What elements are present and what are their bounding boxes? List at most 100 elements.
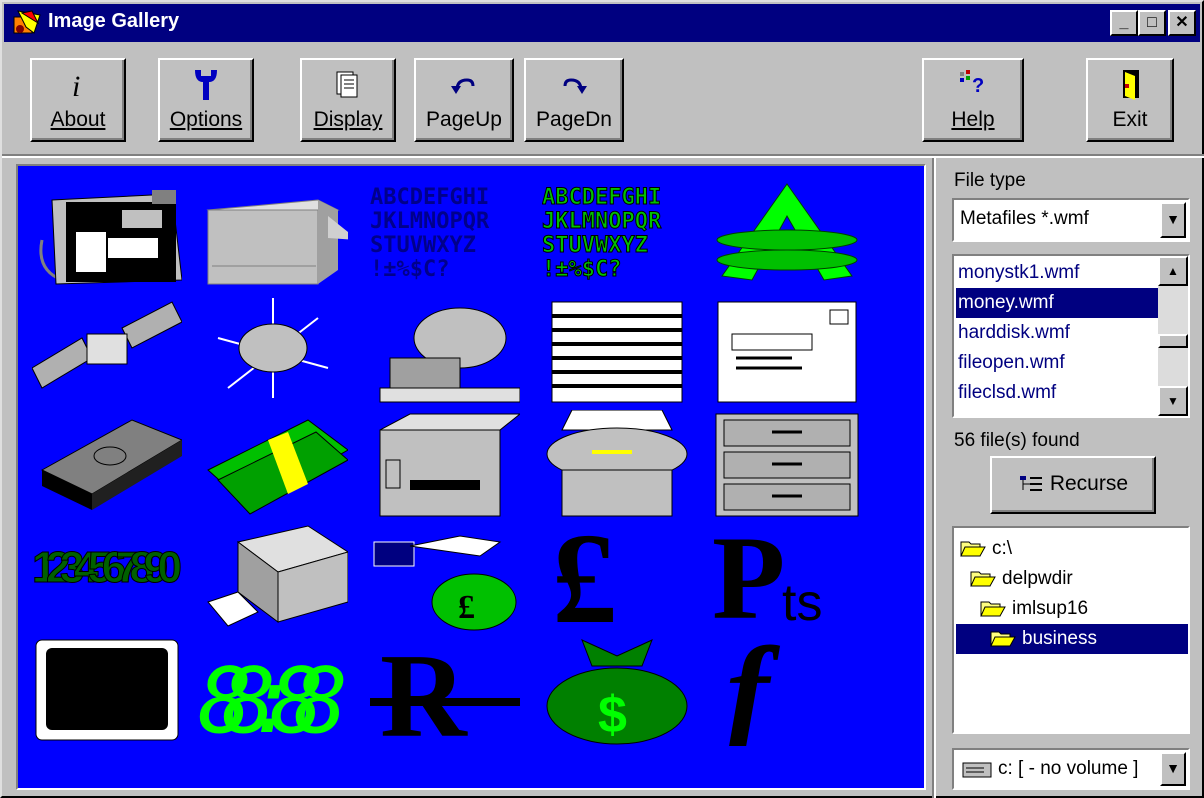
recurse-label: Recurse [1049, 472, 1129, 495]
right-panel: File type Metafiles *.wmf ▼ monystk1.wmf… [942, 164, 1198, 794]
exit-door-icon [1123, 70, 1139, 100]
thumb-file-cabinet[interactable] [712, 410, 862, 520]
minimize-button[interactable]: _ [1110, 10, 1138, 36]
title-bar[interactable]: Image Gallery _ □ ✕ [4, 4, 1200, 42]
drive-dropdown[interactable]: c: [ - no volume ] ▼ [952, 748, 1190, 790]
thumb-satellite-sphere[interactable] [198, 298, 348, 408]
about-button[interactable]: i About [30, 58, 126, 142]
svg-text:JKLMNOPQR: JKLMNOPQR [542, 209, 662, 234]
thumb-clock[interactable]: 88:88 [198, 636, 348, 746]
thumb-fax[interactable] [542, 410, 692, 520]
image-gallery[interactable]: ABCDEFGHI JKLMNOPQR STUVWXYZ !±%$C? ABCDEFG… [16, 164, 926, 790]
thumb-money-bag-pound[interactable]: £ [370, 522, 520, 632]
maximize-button[interactable]: □ [1138, 10, 1166, 36]
thumb-rupee[interactable]: R [370, 636, 520, 746]
dir-item[interactable]: delpwdir [970, 564, 1073, 594]
toolbar: i About Options Display PageUp PageDn ? … [4, 44, 1200, 152]
file-type-label: File type [954, 170, 1026, 191]
info-icon: i [72, 70, 80, 103]
thumb-pound[interactable]: £ [542, 522, 692, 632]
svg-text:$: $ [598, 686, 627, 744]
dir-item-selected[interactable]: business [956, 624, 1188, 654]
dir-label: c:\ [992, 538, 1013, 559]
help-icon: ? [960, 70, 984, 97]
pageup-button[interactable]: PageUp [414, 58, 514, 142]
list-item-selected[interactable]: money.wmf [956, 288, 1158, 318]
dir-label: delpwdir [1002, 568, 1073, 589]
pageup-label: PageUp [426, 108, 502, 131]
exit-button[interactable]: Exit [1086, 58, 1174, 142]
toolbar-separator [2, 154, 1204, 158]
display-button[interactable]: Display [300, 58, 396, 142]
thumb-envelope[interactable] [712, 298, 862, 408]
thumb-money-wad[interactable] [198, 410, 348, 520]
thumb-document[interactable] [542, 298, 692, 408]
thumb-monitor[interactable] [32, 636, 182, 746]
thumb-money-bag-dollar[interactable]: $ [542, 636, 692, 746]
chevron-down-icon[interactable]: ▼ [1160, 752, 1186, 786]
svg-text:P: P [712, 522, 785, 632]
file-list-scrollbar[interactable]: ▲ ▼ [1158, 256, 1188, 416]
pages-icon [336, 71, 358, 98]
list-item[interactable]: fileclsd.wmf [956, 378, 1158, 408]
window-title: Image Gallery [48, 10, 180, 32]
file-type-value: Metafiles *.wmf [960, 208, 1089, 229]
thumb-pesetas[interactable]: P ts [712, 522, 862, 632]
app-window: Image Gallery _ □ ✕ i About Options Disp… [0, 0, 1204, 798]
dir-item[interactable]: c:\ [960, 534, 1012, 564]
chevron-down-icon[interactable]: ▼ [1160, 202, 1186, 238]
thumb-laser-printer[interactable] [198, 522, 348, 632]
list-item[interactable]: fileopen.wmf [956, 348, 1158, 378]
options-label: Options [169, 108, 243, 131]
thumb-satellite-dish[interactable] [370, 298, 520, 408]
help-label: Help [951, 108, 995, 131]
directory-tree[interactable]: c:\ delpwdir imlsup16 business [952, 526, 1190, 734]
thumb-font-blue[interactable]: ABCDEFGHIJKLMNOPQRSTUVWXYZ!±%$C? [370, 180, 520, 290]
svg-text:?: ? [972, 75, 984, 97]
open-folder-icon [970, 571, 996, 587]
svg-text:JKLMNOPQR: JKLMNOPQR [370, 209, 490, 234]
recurse-button[interactable]: Recurse [990, 456, 1156, 514]
app-icon[interactable] [12, 9, 42, 37]
panel-separator [932, 158, 936, 798]
help-button[interactable]: ? Help [922, 58, 1024, 142]
svg-text:ABCDEFGHI: ABCDEFGHI [370, 185, 489, 210]
thumb-digits[interactable]: 1234567890 [32, 522, 182, 632]
thumb-phone[interactable] [32, 180, 182, 290]
drive-value: c: [ - no volume ] [998, 758, 1139, 779]
thumb-florin[interactable]: f [712, 636, 862, 746]
thumb-computer[interactable] [370, 410, 520, 520]
svg-text:!±%$C?: !±%$C? [542, 257, 621, 282]
thumb-font-green[interactable]: ABCDEFGHIJKLMNOPQRSTUVWXYZ!±%$C? [542, 180, 692, 290]
close-button[interactable]: ✕ [1168, 10, 1196, 36]
thumb-peso[interactable] [712, 180, 862, 290]
wrench-icon [195, 70, 217, 100]
scroll-up-icon[interactable]: ▲ [1158, 256, 1188, 286]
pagedn-label: PageDn [536, 108, 612, 131]
file-list[interactable]: monystk1.wmf money.wmf harddisk.wmf file… [952, 254, 1190, 418]
svg-text:ts: ts [782, 574, 822, 632]
pagedn-button[interactable]: PageDn [524, 58, 624, 142]
list-item[interactable]: monystk1.wmf [956, 258, 1158, 288]
thumb-money-stack[interactable] [32, 410, 182, 520]
dir-label: business [1022, 628, 1097, 649]
svg-text:!±%$C?: !±%$C? [370, 257, 449, 282]
digits-text: 1234567890 [32, 543, 182, 592]
display-label: Display [313, 108, 383, 131]
redo-arrow-icon [563, 78, 587, 94]
about-label: About [50, 108, 106, 131]
thumb-printer[interactable] [198, 180, 348, 290]
svg-text:ABCDEFGHI: ABCDEFGHI [542, 185, 661, 210]
svg-text:£: £ [458, 589, 475, 626]
drive-icon [962, 762, 992, 778]
clock-text: 88:88 [198, 649, 348, 746]
options-button[interactable]: Options [158, 58, 254, 142]
scroll-thumb[interactable] [1158, 334, 1188, 348]
thumb-satellite-panels[interactable] [32, 298, 182, 408]
dir-item[interactable]: imlsup16 [980, 594, 1088, 624]
open-folder-icon [990, 631, 1016, 647]
file-type-dropdown[interactable]: Metafiles *.wmf ▼ [952, 198, 1190, 242]
tree-icon [1019, 476, 1042, 492]
list-item[interactable]: harddisk.wmf [956, 318, 1158, 348]
scroll-down-icon[interactable]: ▼ [1158, 386, 1188, 416]
